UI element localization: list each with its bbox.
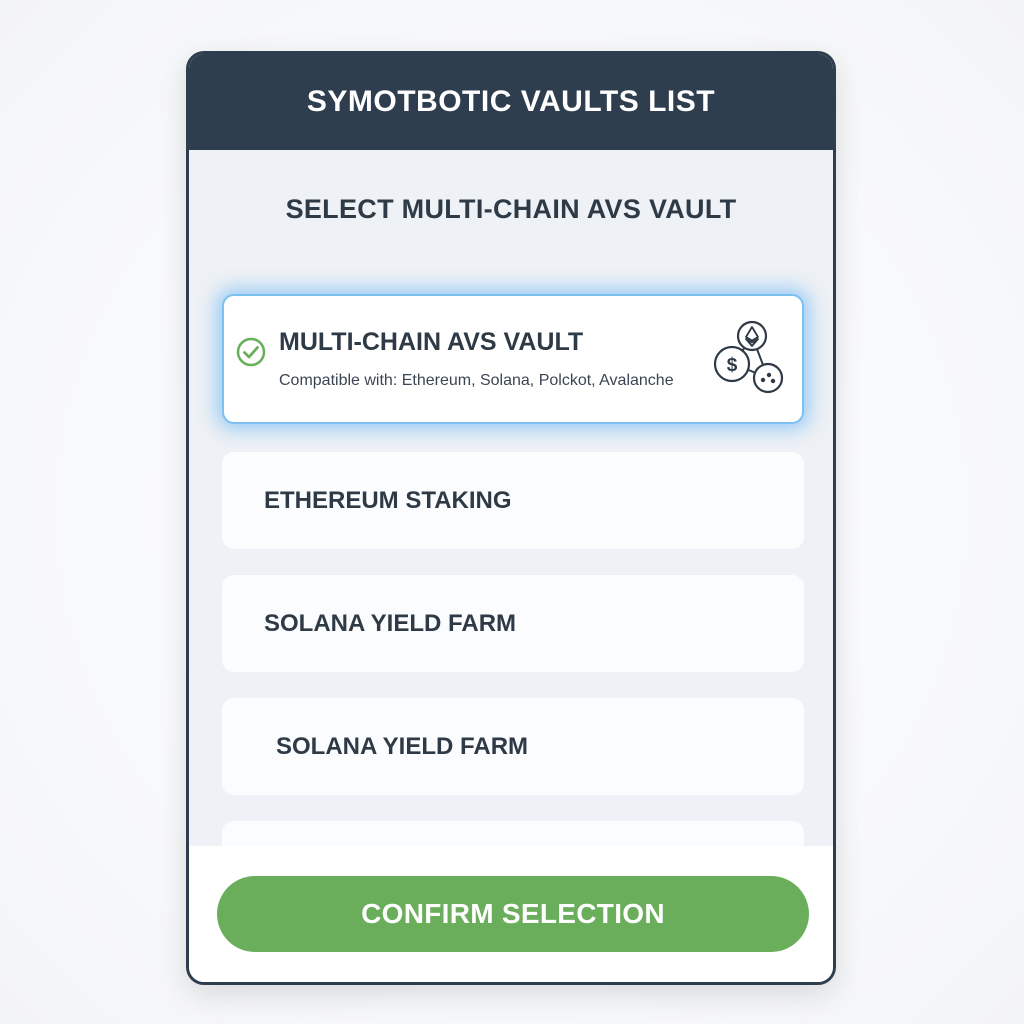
- vault-option-solana-yield-farm[interactable]: SOLANA YIELD FARM: [222, 575, 804, 672]
- vault-option-label: ETHEREUM STAKING: [264, 486, 512, 514]
- panel-subtitle: SELECT MULTI-CHAIN AVS VAULT: [285, 194, 737, 224]
- panel-header: SYMOTBOTIC VAULTS LIST: [189, 54, 833, 150]
- multi-chain-icon: $: [713, 320, 784, 394]
- check-circle-icon: [236, 337, 266, 367]
- vault-option-label: MULTI-CHAIN AVS VAULT: [279, 328, 584, 356]
- panel-title: SYMOTBOTIC VAULTS LIST: [306, 85, 716, 118]
- vault-option-multi-chain-avs[interactable]: MULTI-CHAIN AVS VAULT Compatible with: E…: [222, 294, 804, 424]
- panel-footer: CONFIRM SELECTION: [189, 846, 833, 982]
- vault-option-ethereum-staking[interactable]: ETHEREUM STAKING: [222, 452, 804, 549]
- confirm-selection-button[interactable]: CONFIRM SELECTION: [217, 876, 809, 952]
- vault-option-label: SOLANA YIELD FARM: [264, 609, 517, 637]
- page: SYMOTBOTIC VAULTS LIST SELECT MULTI-CHAI…: [0, 0, 1024, 1024]
- vault-option-solana-yield-farm-2[interactable]: SOLANA YIELD FARM: [222, 698, 804, 795]
- svg-text:$: $: [727, 355, 738, 376]
- vault-option-label: SOLANA YIELD FARM: [276, 732, 529, 760]
- vault-option-compatibility: Compatible with: Ethereum, Solana, Polck…: [279, 372, 674, 389]
- vaults-panel: SYMOTBOTIC VAULTS LIST SELECT MULTI-CHAI…: [186, 51, 836, 985]
